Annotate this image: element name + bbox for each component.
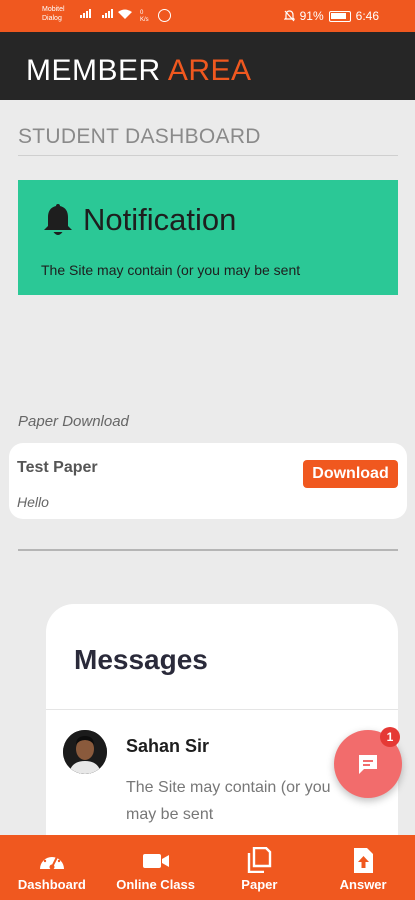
header-title: MEMBER AREA <box>26 54 252 88</box>
header-title-main: MEMBER <box>26 54 161 87</box>
carrier-2: Dialog <box>42 15 62 22</box>
file-upload-icon <box>354 848 374 873</box>
speed-value: 0 <box>140 10 144 16</box>
bell-icon <box>44 204 72 235</box>
nav-paper-label: Paper <box>241 877 278 892</box>
wifi-icon <box>118 9 132 19</box>
nav-online-class[interactable]: Online Class <box>104 835 208 900</box>
signal-icon-2 <box>102 9 113 18</box>
paper-subtitle: Hello <box>17 494 49 510</box>
carrier-names: Mobitel Dialog <box>42 5 65 23</box>
whatsapp-icon <box>158 9 171 22</box>
video-camera-icon <box>142 854 169 868</box>
speedometer-icon <box>39 853 64 870</box>
app-header: MEMBER AREA <box>0 32 415 100</box>
page-title: STUDENT DASHBOARD <box>18 125 261 148</box>
paper-card: Test Paper Hello Download <box>9 443 407 519</box>
avatar-image <box>63 730 107 774</box>
speed-unit: K/s <box>140 17 149 23</box>
nav-answer-label: Answer <box>339 877 387 892</box>
divider <box>18 155 398 156</box>
download-button[interactable]: Download <box>303 460 398 488</box>
messages-title: Messages <box>74 644 208 675</box>
bell-off-icon <box>283 10 295 22</box>
paper-section-label: Paper Download <box>18 413 129 430</box>
messages-divider <box>46 709 398 710</box>
copy-icon <box>248 847 272 873</box>
nav-paper[interactable]: Paper <box>208 835 312 900</box>
avatar <box>63 730 107 774</box>
battery-percent: 91% <box>299 9 324 23</box>
nav-answer[interactable]: Answer <box>311 835 415 900</box>
nav-dashboard-label: Dashboard <box>17 877 86 892</box>
chat-badge: 1 <box>380 727 400 747</box>
message-sender: Sahan Sir <box>126 736 210 756</box>
notification-title: Notification <box>83 202 237 237</box>
bottom-nav: Dashboard Online Class Paper Answer <box>0 835 415 900</box>
chat-bubble-icon <box>359 755 377 774</box>
message-text: The Site may contain (or you may be sent <box>126 779 331 823</box>
paper-title: Test Paper <box>17 459 98 476</box>
network-speed: 0 K/s <box>140 10 149 24</box>
carrier-1: Mobitel <box>42 6 65 13</box>
signal-icon <box>80 9 91 18</box>
notification-card[interactable]: Notification The Site may contain (or yo… <box>18 180 398 295</box>
status-right: 91% 6:46 <box>283 9 379 23</box>
battery-icon <box>328 10 351 22</box>
nav-dashboard[interactable]: Dashboard <box>0 835 104 900</box>
section-divider <box>18 549 398 551</box>
header-title-accent: AREA <box>167 54 252 87</box>
status-bar: Mobitel Dialog 0 K/s 91% 6:46 <box>0 0 415 32</box>
nav-online-class-label: Online Class <box>116 877 195 892</box>
notification-text: The Site may contain (or you may be sent <box>41 262 301 278</box>
clock: 6:46 <box>355 9 379 23</box>
